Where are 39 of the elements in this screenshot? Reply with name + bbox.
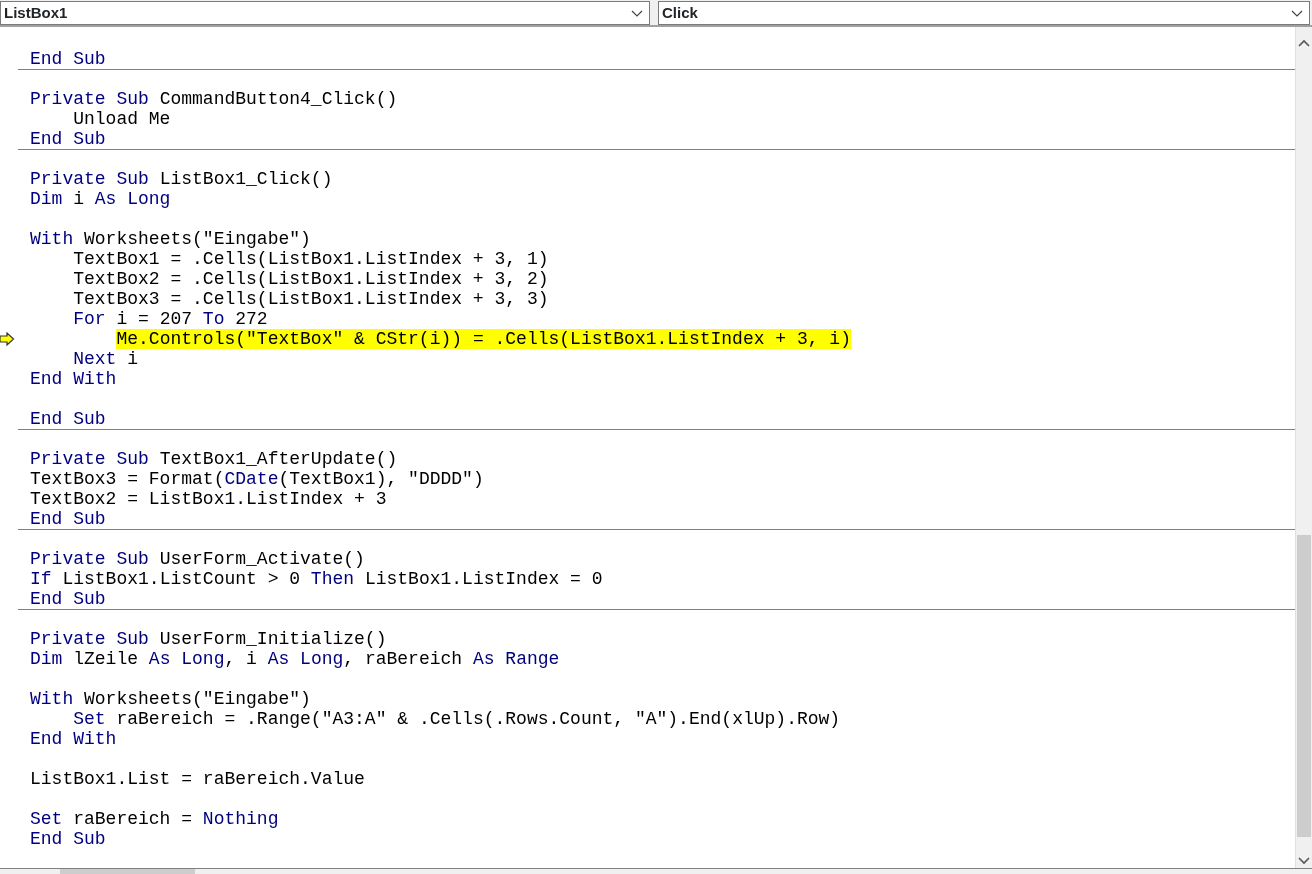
code-line: TextBox1 = .Cells(ListBox1.ListIndex + 3, 1)	[72, 249, 549, 269]
code-line: Set raBereich = Nothing	[30, 809, 279, 829]
scrollbar-thumb[interactable]	[60, 869, 195, 874]
code-line: Unload Me	[72, 109, 171, 129]
code-line: Private Sub UserForm_Activate()	[30, 549, 365, 569]
code-line: End Sub	[30, 409, 106, 429]
code-line: TextBox2 = .Cells(ListBox1.ListIndex + 3, 2)	[72, 269, 549, 289]
code-line: Private Sub TextBox1_AfterUpdate()	[30, 449, 398, 469]
code-line: Private Sub UserForm_Initialize()	[30, 629, 387, 649]
code-line: With Worksheets("Eingabe")	[30, 689, 311, 709]
code-line: End Sub	[30, 589, 106, 609]
chevron-icon	[1291, 9, 1303, 17]
code-line: Set raBereich = .Range("A3:A" & .Cells(.Rows.Count, "A").End(xlUp).Row)	[72, 709, 841, 729]
scroll-up-icon[interactable]	[1298, 39, 1310, 47]
code-line: TextBox3 = .Cells(ListBox1.ListIndex + 3, 3)	[72, 289, 549, 309]
horizontal-scrollbar[interactable]	[0, 868, 1312, 874]
code-line: Private Sub CommandButton4_Click()	[30, 89, 398, 109]
code-line: End Sub	[30, 129, 106, 149]
code-line: TextBox3 = Format(CDate(TextBox1), "DDDD")	[30, 469, 484, 489]
code-line: With Worksheets("Eingabe")	[30, 229, 311, 249]
code-line: End With	[30, 369, 117, 389]
scrollbar-thumb[interactable]	[1297, 535, 1311, 837]
code-line: Dim i As Long	[30, 189, 171, 209]
vertical-scrollbar[interactable]	[1295, 27, 1312, 868]
object-dropdown[interactable]: ListBox1	[0, 1, 650, 25]
code-line: Next i	[72, 349, 139, 369]
code-line: End With	[30, 729, 117, 749]
code-line: If ListBox1.ListCount > 0 Then ListBox1.ListIndex = 0	[30, 569, 603, 589]
code-line: Dim lZeile As Long, i As Long, raBereich As Range	[30, 649, 560, 669]
code-line: End Sub	[30, 829, 106, 849]
code-line: Private Sub ListBox1_Click()	[30, 169, 333, 189]
code-line: ListBox1.List = raBereich.Value	[30, 769, 365, 789]
procedure-dropdown[interactable]: Click	[658, 1, 1310, 25]
code-line: End Sub	[30, 49, 106, 69]
code-line: End Sub	[30, 509, 106, 529]
code-line: TextBox2 = ListBox1.ListIndex + 3	[30, 489, 387, 509]
scroll-down-icon[interactable]	[1298, 857, 1310, 865]
code-line: For i = 207 To 272	[72, 309, 268, 329]
chevron-icon	[631, 9, 643, 17]
